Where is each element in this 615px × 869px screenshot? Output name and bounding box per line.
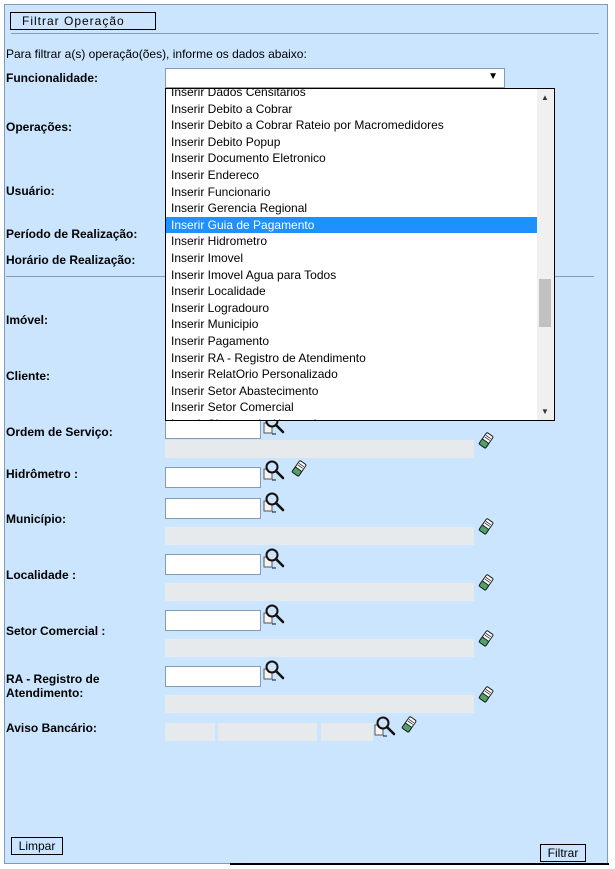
dropdown-option[interactable]: Inserir Gerencia Regional xyxy=(166,200,538,217)
title-underline xyxy=(11,33,599,34)
search-icon[interactable] xyxy=(263,460,285,482)
setor-comercial-description xyxy=(165,639,474,657)
label-municipio: Município: xyxy=(6,512,66,526)
ra-input[interactable] xyxy=(165,666,261,687)
dropdown-option[interactable]: Inserir Debito a Cobrar Rateio por Macro… xyxy=(166,117,538,134)
label-usuario: Usuário: xyxy=(6,184,55,198)
search-icon[interactable] xyxy=(263,660,285,682)
label-operacoes: Operações: xyxy=(6,120,73,134)
aviso-bancario-field-1 xyxy=(165,723,215,741)
scroll-thumb[interactable] xyxy=(539,279,551,327)
label-localidade: Localidade : xyxy=(6,568,77,582)
eraser-icon[interactable] xyxy=(477,686,497,708)
aviso-bancario-field-3 xyxy=(321,723,373,741)
search-icon[interactable] xyxy=(263,548,285,570)
label-setor-comercial: Setor Comercial : xyxy=(6,624,106,638)
dropdown-option[interactable]: Inserir RelatOrio Personalizado xyxy=(166,366,538,383)
limpar-button[interactable]: Limpar xyxy=(11,837,63,855)
scroll-down-icon[interactable]: ▼ xyxy=(541,407,549,416)
dropdown-option[interactable]: Inserir Municipio xyxy=(166,316,538,333)
search-icon[interactable] xyxy=(263,604,285,626)
municipio-input[interactable] xyxy=(165,498,261,519)
dropdown-option[interactable]: Inserir Debito a Cobrar xyxy=(166,101,538,118)
label-ordem-servico: Ordem de Serviço: xyxy=(6,425,113,439)
dropdown-option[interactable]: Inserir Dados Censitarios xyxy=(166,89,538,101)
dropdown-option[interactable]: Inserir Guia de Pagamento xyxy=(166,216,538,234)
eraser-icon[interactable] xyxy=(400,716,420,738)
localidade-description xyxy=(165,583,474,601)
dropdown-option[interactable]: Inserir Localidade xyxy=(166,283,538,300)
dropdown-option[interactable]: Inserir Debito Popup xyxy=(166,134,538,151)
dropdown-option[interactable]: Inserir Imovel xyxy=(166,250,538,267)
eraser-icon[interactable] xyxy=(290,460,310,482)
label-ra-line1: RA - Registro de xyxy=(6,672,100,686)
label-hidrometro: Hidrômetro : xyxy=(6,467,78,481)
dropdown-option[interactable]: Inserir Endereco xyxy=(166,167,538,184)
eraser-icon[interactable] xyxy=(477,574,497,596)
filtrar-button[interactable]: Filtrar xyxy=(540,844,586,862)
dropdown-option[interactable]: Inserir Setor Comercial xyxy=(166,399,538,416)
dropdown-option[interactable]: Inserir Imovel Agua para Todos xyxy=(166,267,538,284)
dropdown-options: Inserir Dados Censitarios Inserir Debito … xyxy=(166,89,538,420)
ra-description xyxy=(165,695,474,713)
dropdown-option[interactable]: Inserir Documento Eletronico xyxy=(166,150,538,167)
funcionalidade-select[interactable]: ▼ xyxy=(165,68,505,88)
label-cliente: Cliente: xyxy=(6,369,51,383)
intro-text: Para filtrar a(s) operação(ões), informe… xyxy=(6,47,307,61)
dropdown-option[interactable]: Inserir Sistema de Abastecimento xyxy=(166,416,538,420)
eraser-icon[interactable] xyxy=(477,630,497,652)
search-icon[interactable] xyxy=(263,492,285,514)
setor-comercial-input[interactable] xyxy=(165,610,261,631)
funcionalidade-dropdown[interactable]: Inserir Dados Censitarios Inserir Debito … xyxy=(165,88,555,421)
bottom-edge xyxy=(230,863,609,865)
hidrometro-input[interactable] xyxy=(165,467,261,488)
label-ra-line2: Atendimento: xyxy=(6,686,84,700)
panel-title: Filtrar Operação xyxy=(10,12,156,30)
search-icon[interactable] xyxy=(374,716,396,738)
label-imovel: Imóvel: xyxy=(6,313,49,327)
dropdown-scrollbar[interactable]: ▲ ▼ xyxy=(537,89,554,420)
localidade-input[interactable] xyxy=(165,554,261,575)
eraser-icon[interactable] xyxy=(477,432,497,454)
dropdown-option[interactable]: Inserir Setor Abastecimento xyxy=(166,383,538,400)
label-horario: Horário de Realização: xyxy=(6,253,136,267)
dropdown-option[interactable]: Inserir RA - Registro de Atendimento xyxy=(166,350,538,367)
label-funcionalidade: Funcionalidade: xyxy=(6,71,99,85)
dropdown-option[interactable]: Inserir Pagamento xyxy=(166,333,538,350)
dropdown-option[interactable]: Inserir Logradouro xyxy=(166,300,538,317)
chevron-down-icon[interactable]: ▼ xyxy=(488,71,498,82)
label-periodo: Período de Realização: xyxy=(6,227,138,241)
scroll-up-icon[interactable]: ▲ xyxy=(541,93,549,102)
ordem-servico-description xyxy=(165,440,474,458)
dropdown-option[interactable]: Inserir Funcionario xyxy=(166,184,538,201)
label-aviso-bancario: Aviso Bancário: xyxy=(6,721,97,735)
municipio-description xyxy=(165,527,474,545)
eraser-icon[interactable] xyxy=(477,518,497,540)
aviso-bancario-field-2 xyxy=(218,723,317,741)
dropdown-option[interactable]: Inserir Hidrometro xyxy=(166,233,538,250)
ordem-servico-input[interactable] xyxy=(165,418,261,439)
